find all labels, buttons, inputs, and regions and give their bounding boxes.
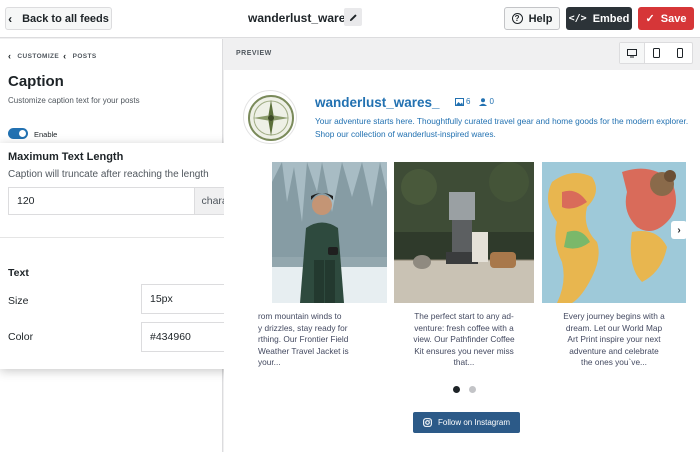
text-heading: Text [8,267,29,279]
enable-caption-toggle[interactable] [8,128,28,139]
world-map-photo [542,162,686,303]
back-to-feeds-button[interactable]: ‹ Back to all feeds [5,7,112,30]
top-bar: ‹ Back to all feeds wanderlust_wares_ ? … [0,0,700,38]
post-image-3[interactable] [542,162,686,303]
breadcrumb: ‹ CUSTOMIZE ‹ POSTS [8,51,97,61]
carousel-dot-active[interactable] [453,386,460,393]
post-caption-2: The perfect start to any ad- venture: fr… [413,311,515,367]
save-label: Save [660,12,687,25]
chevron-left-icon: ‹ [63,51,67,61]
breadcrumb-posts[interactable]: POSTS [73,53,97,60]
follow-on-instagram-button[interactable]: Follow on Instagram [413,412,520,433]
user-icon [479,97,488,106]
image-icon [455,97,464,106]
instagram-icon [423,418,432,427]
device-switcher [619,42,693,64]
edit-feed-name-button[interactable] [344,8,362,26]
profile-bio: Your adventure starts here. Thoughtfully… [315,116,689,139]
section-title: Caption [8,73,64,90]
size-label: Size [8,295,29,307]
carousel-next-button[interactable]: › [671,221,687,239]
post-image-1[interactable] [272,162,387,303]
enable-label: Enable [34,130,58,139]
tablet-icon [653,48,660,58]
posts-stat: 6 [455,97,470,106]
help-button[interactable]: ? Help [504,7,560,30]
max-length-input[interactable]: 120 [8,187,194,215]
chevron-left-icon: ‹ [8,11,13,26]
post-image-2[interactable] [394,162,534,303]
post-caption-3: Every journey begins with a dream. Let o… [563,311,665,367]
mobile-icon [677,48,684,58]
coffee-kit-photo [394,162,534,303]
pencil-icon [349,13,357,21]
carousel-dot[interactable] [469,386,476,393]
preview-username[interactable]: wanderlust_wares_ [315,95,440,110]
snowy-hiker-photo [272,162,387,303]
followers-count: 0 [489,97,494,106]
toggle-knob [19,130,26,137]
max-length-heading: Maximum Text Length [8,151,124,163]
profile-avatar [243,90,297,144]
checkmark-icon: ✓ [645,13,655,25]
followers-stat: 0 [479,97,494,106]
section-description: Customize caption text for your posts [8,96,140,105]
post-caption-1: rom mountain winds to y drizzles, stay r… [258,311,349,367]
desktop-view-button[interactable] [620,43,645,63]
profile-stats: 6 0 [455,97,494,106]
chevron-left-icon[interactable]: ‹ [8,51,11,61]
color-label: Color [8,331,34,343]
tablet-view-button[interactable] [645,43,669,63]
compass-logo-icon [248,95,294,141]
font-size-value: 15px [150,293,173,305]
help-icon: ? [511,13,523,24]
posts-count: 6 [466,97,471,106]
mobile-view-button[interactable] [668,43,692,63]
desktop-icon [626,48,637,57]
breadcrumb-customize[interactable]: CUSTOMIZE [17,53,59,60]
help-label: Help [528,12,553,25]
feed-title: wanderlust_wares_ [248,11,359,25]
embed-button[interactable]: </> Embed [566,7,632,30]
back-label: Back to all feeds [22,12,109,25]
max-length-hint: Caption will truncate after reaching the… [8,169,209,180]
color-hex-input[interactable]: #434960 [141,322,229,352]
embed-label: Embed [592,12,630,25]
follow-label: Follow on Instagram [437,418,511,427]
preview-label: PREVIEW [236,50,272,57]
save-button[interactable]: ✓ Save [638,7,694,30]
code-icon: </> [568,13,587,24]
